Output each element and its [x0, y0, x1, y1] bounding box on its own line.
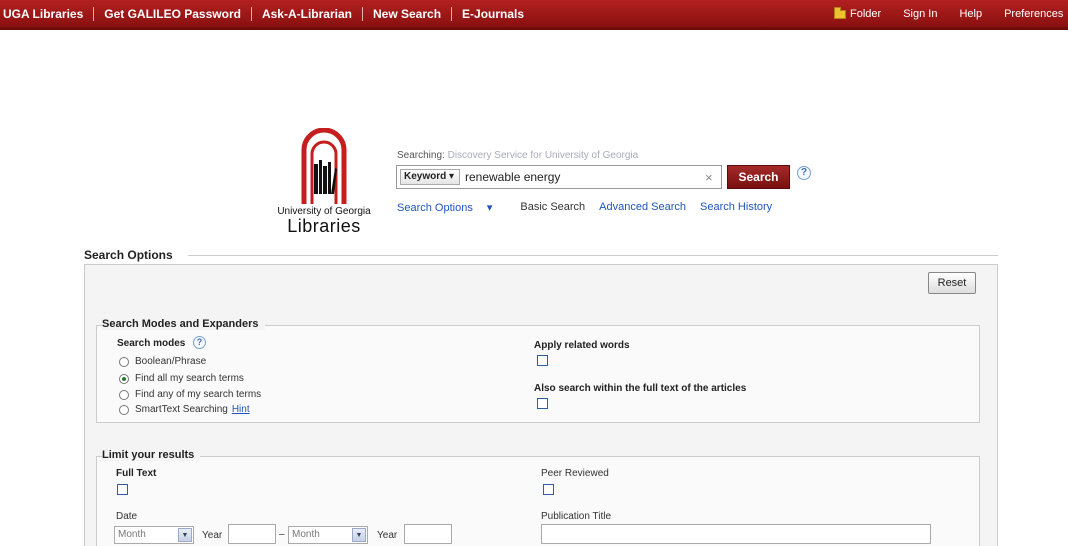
mode-smarttext[interactable]: SmartText Searching Hint	[119, 404, 250, 415]
search-options-title: Search Options	[84, 248, 173, 262]
month-select-value: Month	[292, 529, 320, 540]
date-from-month-select[interactable]: Month ▼	[114, 526, 194, 544]
publication-title-input[interactable]	[541, 524, 931, 544]
search-options-label: Search Options	[397, 202, 473, 214]
year-to-label: Year	[377, 530, 398, 541]
logo-libraries-text: Libraries	[287, 216, 361, 236]
mode-label: Find any of my search terms	[135, 389, 262, 400]
search-modes-label: Search modes	[117, 338, 186, 349]
mode-find-all[interactable]: Find all my search terms	[119, 373, 244, 384]
peer-reviewed-label: Peer Reviewed	[541, 468, 609, 479]
preferences-link[interactable]: Preferences	[1004, 8, 1063, 20]
nav-e-journals[interactable]: E-Journals	[451, 7, 534, 21]
month-select-value: Month	[118, 529, 146, 540]
search-box: Keyword ▾ ×	[396, 165, 722, 189]
radio-boolean-phrase[interactable]	[119, 356, 129, 367]
apply-related-words-checkbox[interactable]	[537, 355, 548, 366]
top-right-links: Folder Sign In Help Preferences	[834, 6, 1068, 20]
dropdown-arrow-icon: ▼	[352, 528, 366, 542]
hint-link[interactable]: Hint	[232, 404, 250, 415]
help-link[interactable]: Help	[959, 8, 982, 20]
folder-label: Folder	[850, 8, 882, 20]
reset-button[interactable]: Reset	[928, 272, 976, 294]
folder-link[interactable]: Folder	[834, 6, 882, 20]
dropdown-arrow-icon: ▾	[486, 202, 493, 214]
mode-boolean-phrase[interactable]: Boolean/Phrase	[119, 356, 206, 367]
dropdown-arrow-icon: ▼	[178, 528, 192, 542]
date-to-month-select[interactable]: Month ▼	[288, 526, 368, 544]
sign-in-link[interactable]: Sign In	[903, 8, 937, 20]
search-links: Search Options ▾ Basic Search Advanced Se…	[397, 201, 786, 214]
arch-logo-icon	[301, 128, 347, 204]
uga-libraries-logo[interactable]: University of Georgia Libraries	[268, 128, 380, 238]
nav-uga-libraries[interactable]: UGA Libraries	[0, 7, 93, 21]
search-modes-section-title: Search Modes and Expanders	[102, 318, 265, 330]
publication-title-label: Publication Title	[541, 511, 612, 522]
dropdown-arrow-icon: ▾	[446, 171, 455, 182]
search-modes-help-icon[interactable]: ?	[193, 336, 206, 349]
advanced-search-link[interactable]: Advanced Search	[599, 201, 686, 214]
limit-results-section-title: Limit your results	[102, 449, 201, 461]
date-label: Date	[116, 511, 138, 522]
top-bar: UGA Libraries Get GALILEO Password Ask-A…	[0, 0, 1068, 30]
clear-icon[interactable]: ×	[705, 170, 713, 185]
apply-related-words-label: Apply related words	[534, 340, 630, 351]
mode-label: Find all my search terms	[135, 373, 244, 384]
date-to-year-input[interactable]	[404, 524, 452, 544]
nav-get-galileo-password[interactable]: Get GALILEO Password	[93, 7, 251, 21]
full-text-search-checkbox[interactable]	[537, 398, 548, 409]
search-input[interactable]	[465, 168, 695, 186]
date-range-dash: –	[279, 529, 285, 540]
nav-new-search[interactable]: New Search	[361, 7, 451, 21]
full-text-search-label: Also search within the full text of the …	[534, 383, 747, 394]
radio-find-any[interactable]	[119, 389, 129, 400]
search-button[interactable]: Search	[727, 165, 790, 189]
search-scope-text: Discovery Service for University of Geor…	[447, 150, 639, 161]
help-icon[interactable]: ?	[797, 166, 811, 180]
top-nav: UGA Libraries Get GALILEO Password Ask-A…	[0, 7, 534, 21]
search-field-label: Keyword	[404, 171, 447, 182]
mode-find-any[interactable]: Find any of my search terms	[119, 389, 261, 400]
radio-smarttext[interactable]	[119, 404, 129, 415]
mode-label: Boolean/Phrase	[135, 356, 207, 367]
folder-icon	[834, 6, 846, 19]
search-options-link[interactable]: Search Options ▾	[397, 201, 506, 214]
search-field-select[interactable]: Keyword ▾	[400, 169, 460, 185]
nav-ask-a-librarian[interactable]: Ask-A-Librarian	[250, 7, 362, 21]
searching-scope: Searching: Discovery Service for Univers…	[397, 150, 638, 161]
full-text-label: Full Text	[116, 468, 157, 479]
full-text-checkbox[interactable]	[117, 484, 128, 495]
divider	[188, 255, 998, 256]
radio-find-all[interactable]	[119, 373, 129, 384]
year-from-label: Year	[202, 530, 223, 541]
basic-search-link[interactable]: Basic Search	[520, 201, 585, 214]
searching-label: Searching:	[397, 150, 445, 161]
date-from-year-input[interactable]	[228, 524, 276, 544]
mode-label: SmartText Searching	[135, 404, 228, 415]
peer-reviewed-checkbox[interactable]	[543, 484, 554, 495]
search-history-link[interactable]: Search History	[700, 201, 772, 214]
